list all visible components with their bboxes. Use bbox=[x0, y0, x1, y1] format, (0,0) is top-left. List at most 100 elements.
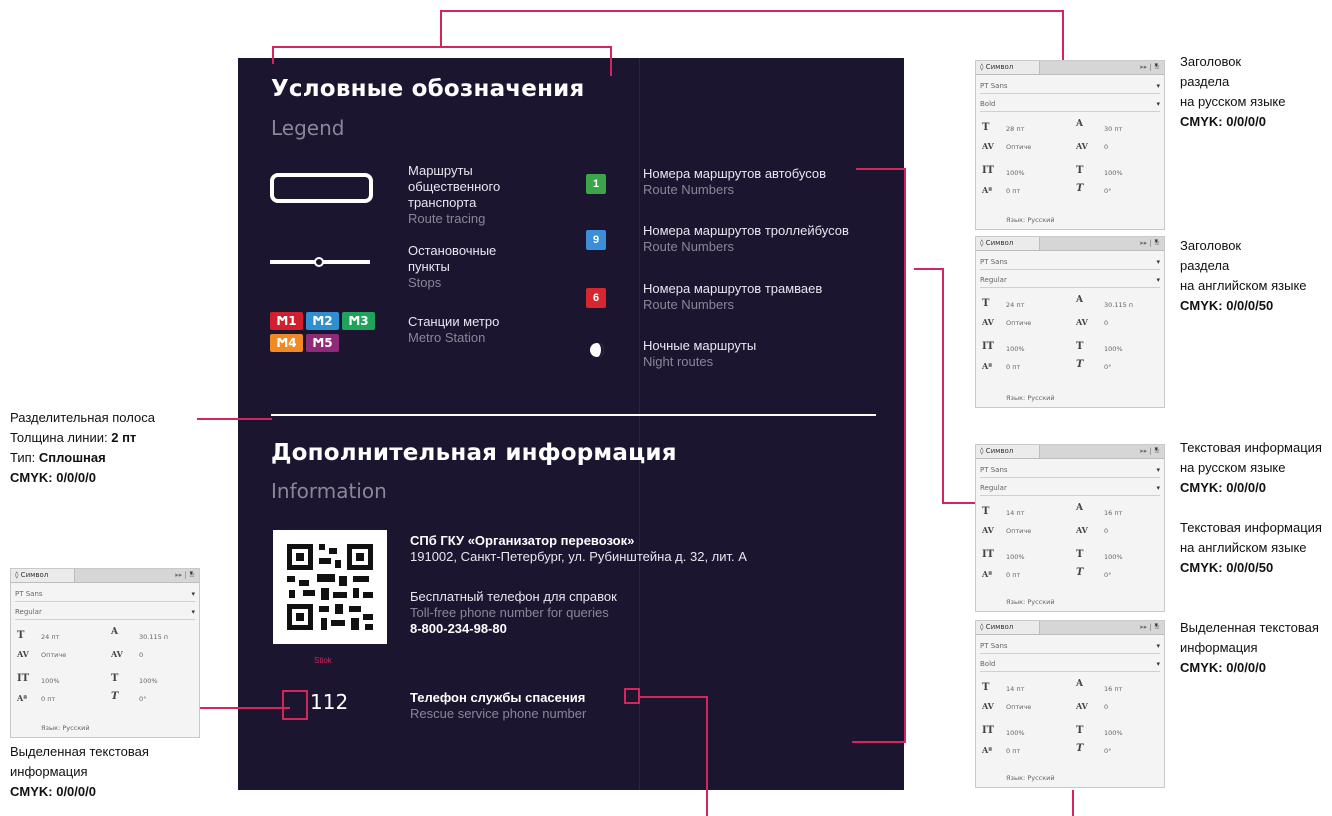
skew-icon: T bbox=[1076, 183, 1084, 194]
legend-item-ru: Станции метро bbox=[408, 314, 500, 329]
leading-field[interactable]: 30.115 п bbox=[139, 633, 168, 641]
legend-item-ru: транспорта bbox=[408, 195, 477, 210]
kerning-field[interactable]: Оптиче bbox=[41, 651, 66, 659]
horizontal-scale-icon: T bbox=[1076, 165, 1084, 176]
legend-item-en: Night routes bbox=[643, 354, 714, 369]
note-heading-en: Заголовок раздела на английском языке CM… bbox=[1180, 238, 1307, 313]
horizontal-scale-field[interactable]: 100% bbox=[1104, 169, 1123, 177]
tracking-field[interactable]: 0 bbox=[1104, 143, 1108, 151]
font-style-select[interactable]: Regular ▾ bbox=[15, 605, 195, 620]
panel-tab[interactable]: ◊ Символ bbox=[976, 237, 1040, 250]
chevron-down-icon: ▾ bbox=[1154, 621, 1158, 629]
font-size-field[interactable]: 24 пт bbox=[41, 633, 59, 641]
font-family-select[interactable]: PT Sans ▾ bbox=[980, 79, 1160, 94]
font-size-field[interactable]: 14 пт bbox=[1006, 509, 1024, 517]
horizontal-scale-field[interactable]: 100% bbox=[139, 677, 158, 685]
skew-icon: T bbox=[111, 691, 119, 702]
leading-field[interactable]: 30 пт bbox=[1104, 125, 1122, 133]
font-style-select[interactable]: Bold ▾ bbox=[980, 657, 1160, 672]
connector-line bbox=[942, 502, 978, 504]
font-size-field[interactable]: 24 пт bbox=[1006, 301, 1024, 309]
vertical-scale-field[interactable]: 100% bbox=[1006, 553, 1025, 561]
horizontal-scale-field[interactable]: 100% bbox=[1104, 345, 1123, 353]
legend-item-metro: Станции метро Metro Station bbox=[408, 314, 499, 346]
hotline-label-ru: Бесплатный телефон для справок bbox=[410, 589, 617, 604]
metro-line-5-icon: Ϻ5 bbox=[306, 334, 339, 352]
panel-tabbar: ◊ Символ ▸▸ | ≡ bbox=[976, 237, 1164, 251]
tracking-field[interactable]: 0 bbox=[1104, 703, 1108, 711]
skew-field[interactable]: 0° bbox=[139, 695, 146, 703]
skew-field[interactable]: 0° bbox=[1104, 363, 1111, 371]
panel-tabbar: ◊ Символ ▸▸ | ≡ bbox=[11, 569, 199, 583]
font-family-select[interactable]: PT Sans ▾ bbox=[980, 255, 1160, 270]
tracking-field[interactable]: 0 bbox=[1104, 319, 1108, 327]
rescue-number: 112 bbox=[310, 690, 349, 714]
language-select[interactable]: Язык: Русский bbox=[1006, 774, 1055, 782]
note-text-ru: Текстовая информация на русском языке CM… bbox=[1180, 440, 1322, 495]
font-style-select[interactable]: Bold ▾ bbox=[980, 97, 1160, 112]
baseline-field[interactable]: 0 пт bbox=[1006, 187, 1020, 195]
font-size-icon: T bbox=[982, 682, 990, 693]
vertical-scale-icon: IT bbox=[982, 725, 995, 736]
kerning-field[interactable]: Оптиче bbox=[1006, 143, 1031, 151]
leading-field[interactable]: 16 пт bbox=[1104, 685, 1122, 693]
language-select[interactable]: Язык: Русский bbox=[41, 724, 90, 732]
baseline-field[interactable]: 0 пт bbox=[1006, 363, 1020, 371]
kerning-field[interactable]: Оптиче bbox=[1006, 703, 1031, 711]
tracking-field[interactable]: 0 bbox=[1104, 527, 1108, 535]
vertical-scale-field[interactable]: 100% bbox=[1006, 169, 1025, 177]
panel-tab[interactable]: ◊ Символ bbox=[976, 61, 1040, 74]
character-panel: ◊ Символ ▸▸ | ≡ PT Sans ▾ Bold ▾ T 14 пт A… bbox=[975, 620, 1165, 788]
connector-line bbox=[706, 696, 708, 816]
legend-item-tram: Номера маршрутов трамваев Route Numbers bbox=[643, 281, 822, 313]
note-highlight-right: Выделенная текстовая информация CMYK: 0/… bbox=[1180, 620, 1319, 675]
leading-field[interactable]: 30.115 п bbox=[1104, 301, 1133, 309]
hotline-label-en: Toll-free phone number for queries bbox=[410, 605, 609, 620]
tracking-icon: AV bbox=[1076, 701, 1088, 711]
baseline-field[interactable]: 0 пт bbox=[1006, 571, 1020, 579]
skew-field[interactable]: 0° bbox=[1104, 187, 1111, 195]
leading-field[interactable]: 16 пт bbox=[1104, 509, 1122, 517]
connector-line bbox=[1072, 790, 1074, 816]
skew-icon: T bbox=[1076, 359, 1084, 370]
kerning-field[interactable]: Оптиче bbox=[1006, 319, 1031, 327]
skew-icon: T bbox=[1076, 567, 1084, 578]
kerning-field[interactable]: Оптиче bbox=[1006, 527, 1031, 535]
font-family-select[interactable]: PT Sans ▾ bbox=[15, 587, 195, 602]
language-select[interactable]: Язык: Русский bbox=[1006, 598, 1055, 606]
baseline-field[interactable]: 0 пт bbox=[41, 695, 55, 703]
org-name: СПб ГКУ «Организатор перевозок» bbox=[410, 533, 635, 548]
panel-tab[interactable]: ◊ Символ bbox=[976, 445, 1040, 458]
rescue-label-ru: Телефон службы спасения bbox=[410, 690, 586, 705]
baseline-field[interactable]: 0 пт bbox=[1006, 747, 1020, 755]
vertical-scale-field[interactable]: 100% bbox=[1006, 729, 1025, 737]
connector-line bbox=[914, 268, 944, 270]
font-style-select[interactable]: Regular ▾ bbox=[980, 481, 1160, 496]
vertical-scale-field[interactable]: 100% bbox=[41, 677, 60, 685]
panel-tab[interactable]: ◊ Символ bbox=[976, 621, 1040, 634]
note-divider: Разделительная полоса Толщина линии: 2 п… bbox=[10, 410, 155, 485]
leading-icon: A bbox=[1076, 503, 1083, 513]
legend-item-ru: Ночные маршруты bbox=[643, 338, 757, 353]
vertical-scale-icon: IT bbox=[982, 165, 995, 176]
language-select[interactable]: Язык: Русский bbox=[1006, 216, 1055, 224]
vertical-scale-field[interactable]: 100% bbox=[1006, 345, 1025, 353]
baseline-icon: Aª bbox=[982, 185, 993, 195]
divider-line bbox=[271, 414, 876, 416]
skew-field[interactable]: 0° bbox=[1104, 571, 1111, 579]
fold-line bbox=[639, 58, 640, 790]
font-family-select[interactable]: PT Sans ▾ bbox=[980, 639, 1160, 654]
skew-field[interactable]: 0° bbox=[1104, 747, 1111, 755]
language-select[interactable]: Язык: Русский bbox=[1006, 394, 1055, 402]
font-size-field[interactable]: 28 пт bbox=[1006, 125, 1024, 133]
metro-line-3-icon: Ϻ3 bbox=[342, 312, 375, 330]
skew-icon: T bbox=[1076, 743, 1084, 754]
font-size-field[interactable]: 14 пт bbox=[1006, 685, 1024, 693]
horizontal-scale-icon: T bbox=[1076, 725, 1084, 736]
panel-tab[interactable]: ◊ Символ bbox=[11, 569, 75, 582]
font-family-select[interactable]: PT Sans ▾ bbox=[980, 463, 1160, 478]
horizontal-scale-field[interactable]: 100% bbox=[1104, 729, 1123, 737]
horizontal-scale-field[interactable]: 100% bbox=[1104, 553, 1123, 561]
font-style-select[interactable]: Regular ▾ bbox=[980, 273, 1160, 288]
tracking-field[interactable]: 0 bbox=[139, 651, 143, 659]
